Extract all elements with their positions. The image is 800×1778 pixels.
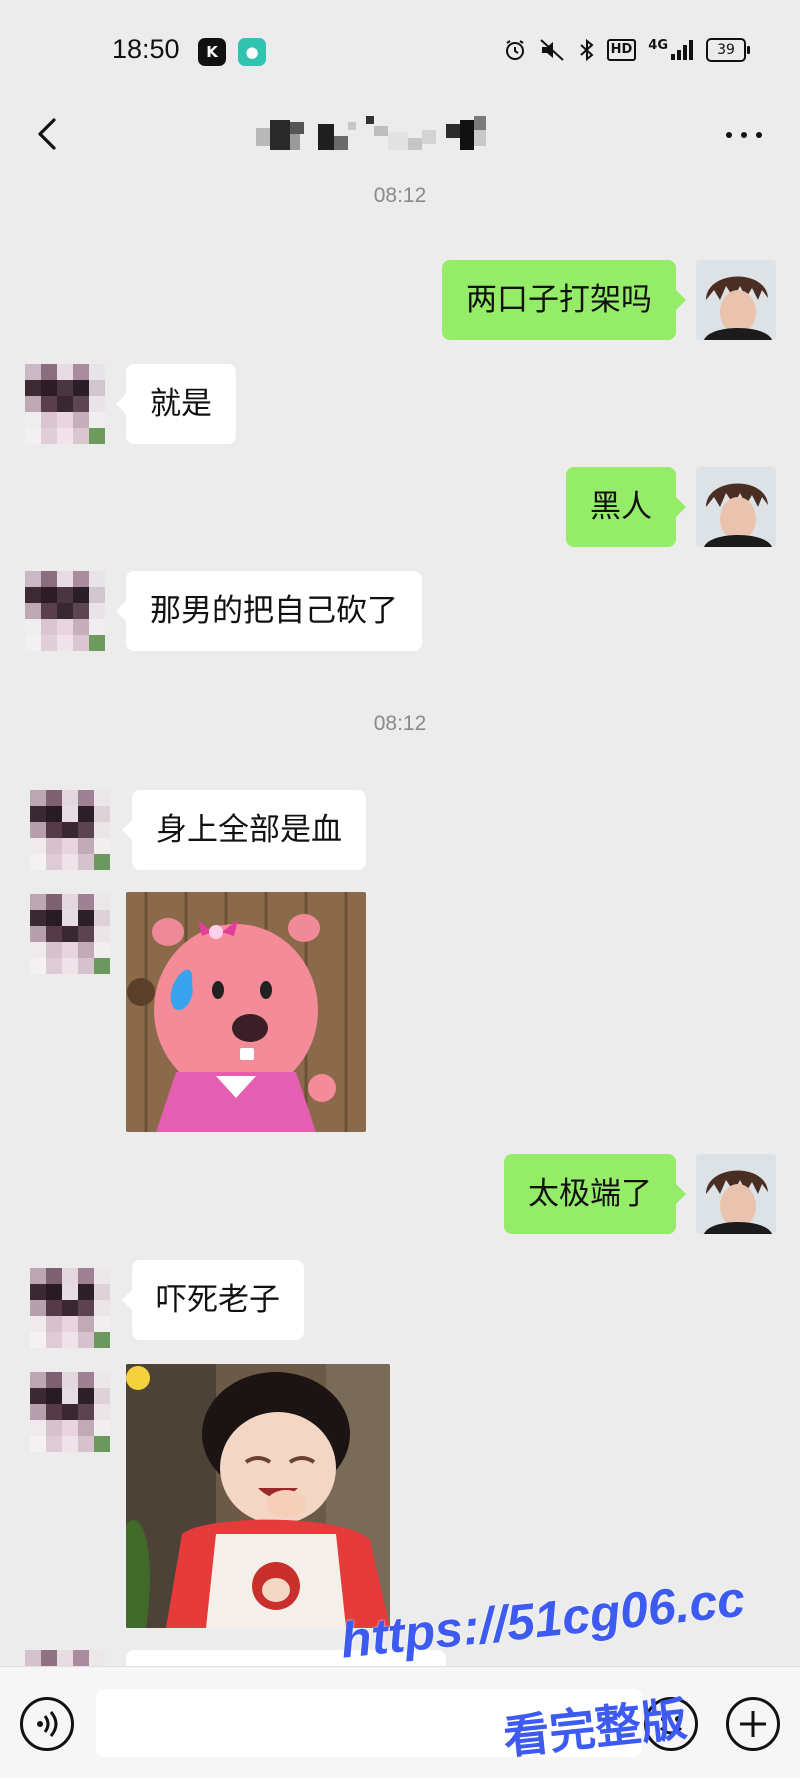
app-notification-icon: K bbox=[198, 38, 226, 66]
contact-avatar[interactable] bbox=[30, 790, 110, 870]
message-timestamp: 08:12 bbox=[373, 712, 427, 735]
watermark-url: https://51cg06.cc bbox=[338, 1570, 748, 1669]
message-bubble-incoming[interactable]: 那男的把自己砍了 bbox=[116, 571, 422, 651]
status-time: 18:50 bbox=[112, 34, 180, 64]
battery-level: 39 bbox=[706, 38, 746, 62]
voice-input-icon[interactable] bbox=[20, 1697, 74, 1751]
network-label: 4G bbox=[648, 38, 668, 53]
status-icons: HD 4G 39 bbox=[503, 38, 750, 62]
contact-avatar[interactable] bbox=[25, 571, 105, 651]
bluetooth-icon bbox=[579, 38, 594, 62]
more-actions-plus-icon[interactable] bbox=[726, 1697, 780, 1751]
app-notification-icon-2: ● bbox=[238, 38, 266, 66]
message-bubble-outgoing[interactable]: 太极端了 bbox=[504, 1154, 686, 1234]
status-bar: 18:50 K ● HD 4G 39 bbox=[0, 0, 800, 100]
signal-icon bbox=[671, 40, 693, 60]
message-bubble-outgoing[interactable]: 黑人 bbox=[566, 467, 686, 547]
message-bubble-incoming[interactable]: 吓死老子 bbox=[122, 1260, 304, 1340]
self-avatar[interactable] bbox=[696, 467, 776, 547]
chat-title-pixelated bbox=[256, 116, 486, 150]
message-bubble-incoming[interactable]: 就是 bbox=[116, 364, 236, 444]
message-bubble-incoming[interactable]: 身上全部是血 bbox=[122, 790, 366, 870]
message-timestamp: 08:12 bbox=[373, 184, 427, 207]
sticker-laughing-child[interactable] bbox=[126, 1364, 390, 1628]
chat-screen: 18:50 K ● HD 4G 39 08:12 两口子打架吗 就是 黑人 那男… bbox=[0, 0, 800, 1778]
hd-badge: HD bbox=[606, 39, 637, 61]
contact-avatar[interactable] bbox=[30, 1372, 110, 1452]
sticker-pink-beaver[interactable] bbox=[126, 892, 366, 1132]
back-arrow-icon[interactable] bbox=[28, 114, 68, 154]
message-bubble-outgoing[interactable]: 两口子打架吗 bbox=[442, 260, 686, 340]
chat-header bbox=[0, 100, 800, 180]
more-options-icon[interactable] bbox=[722, 120, 766, 150]
contact-avatar[interactable] bbox=[30, 1268, 110, 1348]
alarm-icon bbox=[505, 40, 524, 60]
battery-icon: 39 bbox=[706, 38, 750, 62]
contact-avatar[interactable] bbox=[30, 894, 110, 974]
mute-icon bbox=[539, 39, 564, 61]
contact-avatar[interactable] bbox=[25, 364, 105, 444]
self-avatar[interactable] bbox=[696, 1154, 776, 1234]
self-avatar[interactable] bbox=[696, 260, 776, 340]
